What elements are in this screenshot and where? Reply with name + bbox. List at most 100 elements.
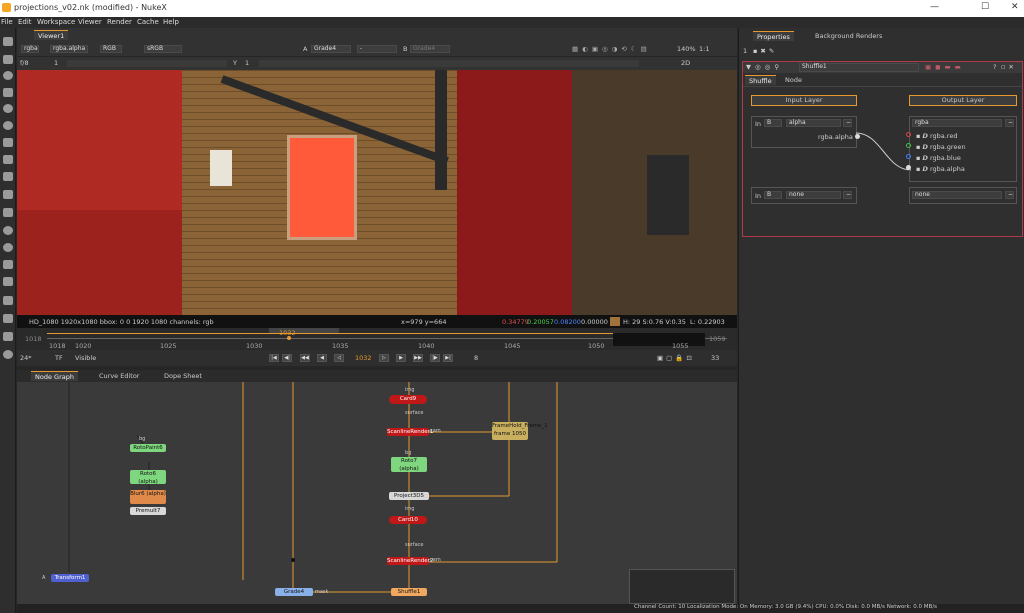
playhead[interactable] [287, 336, 291, 340]
panel-color-icons[interactable]: ▣◼▬▬ [925, 63, 965, 71]
close-button[interactable]: ✕ [1011, 2, 1019, 12]
frame-step[interactable]: f/8 [20, 59, 29, 67]
tab-viewer1[interactable]: Viewer1 [34, 30, 69, 40]
channel-tool-icon[interactable] [3, 88, 13, 97]
gain-slider[interactable] [67, 60, 227, 67]
deep-tool-icon[interactable] [3, 226, 13, 235]
play-backward-button[interactable]: ◁ [334, 354, 344, 362]
out2-layer-select[interactable]: none [912, 191, 1002, 199]
mode-2d[interactable]: 2D [681, 59, 690, 67]
subtab-shuffle[interactable]: Shuffle [745, 75, 776, 85]
out-blue-connector[interactable] [906, 154, 911, 159]
node-premult7[interactable]: Premult7 [130, 507, 166, 515]
node-project3d5[interactable]: Project3D5 [389, 492, 429, 500]
back-step-button[interactable]: ◀◀ [300, 354, 310, 362]
tf-select[interactable]: TF [55, 354, 63, 362]
node-graph-canvas[interactable]: Card9 img surface ScanlineRender1 cam Fr… [17, 382, 737, 604]
time-tool-icon[interactable] [3, 71, 13, 80]
menu-cache[interactable]: Cache [137, 18, 159, 26]
colorspace-select[interactable]: sRGB [144, 45, 182, 53]
ofx-tool-icon[interactable] [3, 332, 13, 341]
visible-select[interactable]: Visible [75, 354, 96, 362]
input-a-select[interactable]: Grade4 [311, 45, 351, 53]
prev-frame-button[interactable]: ◀ [317, 354, 327, 362]
properties-count[interactable]: 1 [743, 47, 747, 55]
node-shuffle1[interactable]: Shuffle1 [391, 588, 427, 596]
3d-tool-icon[interactable] [3, 190, 13, 199]
forward-step-button[interactable]: ▶▶ [413, 354, 423, 362]
tab-node-graph[interactable]: Node Graph [31, 371, 78, 381]
end-frame-field[interactable]: 33 [711, 354, 719, 362]
display-select[interactable]: RGB [100, 45, 122, 53]
node-roto7[interactable]: Roto7 (alpha) [391, 457, 427, 472]
menu-workspace[interactable]: Workspace [37, 18, 75, 26]
tab-properties[interactable]: Properties [753, 31, 794, 41]
next-frame-button[interactable]: ▶ [396, 354, 406, 362]
timeline[interactable]: 1018 1032 1018 1020 1025 1030 1035 1040 … [17, 328, 737, 350]
gamma-slider[interactable] [259, 60, 639, 67]
ratio-select[interactable]: 1:1 [699, 45, 709, 53]
properties-toolbar-icons[interactable]: ▪✖✎ [753, 47, 777, 55]
viewer-image[interactable] [17, 70, 737, 315]
other-tool-icon[interactable] [3, 296, 13, 305]
in2-minus-button[interactable]: − [843, 191, 852, 199]
panel-header-icons[interactable]: ▼◎◎⚲ [746, 63, 783, 71]
composite-select[interactable]: - [357, 45, 397, 53]
settings-tool-icon[interactable] [3, 350, 13, 359]
play-forward-button[interactable]: ▷ [379, 354, 389, 362]
node-grade4[interactable]: Grade4 [275, 588, 313, 596]
maximize-button[interactable]: ☐ [981, 2, 989, 12]
out2-minus-button[interactable]: − [1005, 191, 1014, 199]
menu-help[interactable]: Help [163, 18, 179, 26]
keyer-tool-icon[interactable] [3, 138, 13, 147]
out-red-connector[interactable] [906, 132, 911, 137]
filter-tool-icon[interactable] [3, 121, 13, 130]
merge-tool-icon[interactable] [3, 155, 13, 164]
menu-render[interactable]: Render [107, 18, 132, 26]
particles-tool-icon[interactable] [3, 208, 13, 217]
node-rotopaint6[interactable]: RotoPaint6 [130, 444, 166, 452]
next-key-button[interactable]: |▶ [430, 354, 440, 362]
step-field[interactable]: 8 [474, 354, 478, 362]
prev-key-button[interactable]: ◀| [282, 354, 292, 362]
first-frame-button[interactable]: |◀ [269, 354, 279, 362]
layer-select[interactable]: rgba [21, 45, 39, 53]
views-tool-icon[interactable] [3, 243, 13, 252]
input-b-select[interactable]: Grade4 [410, 45, 450, 53]
in1-layer-select[interactable]: alpha [786, 119, 841, 127]
image-tool-icon[interactable] [3, 37, 13, 46]
out-minus-button[interactable]: − [1005, 119, 1014, 127]
channel-select[interactable]: rgba.alpha [50, 45, 88, 53]
frame-field[interactable]: 1032 [355, 354, 372, 362]
node-framehold[interactable]: FrameHold_Frame_1 frame 1050 [492, 422, 548, 440]
node-blur6[interactable]: Blur6 (alpha) [130, 490, 166, 504]
node-roto6[interactable]: Roto6 (alpha) [130, 470, 166, 485]
tab-curve-editor[interactable]: Curve Editor [95, 371, 143, 381]
furnace-tool-icon[interactable] [3, 314, 13, 323]
help-button[interactable]: ? [993, 63, 996, 71]
in1-minus-button[interactable]: − [843, 119, 852, 127]
y-value[interactable]: 1 [245, 59, 249, 67]
panel-window-icons[interactable]: ▫✕ [1001, 63, 1017, 71]
node-scanlinerender1[interactable]: ScanlineRender1 [387, 428, 433, 436]
menu-viewer[interactable]: Viewer [78, 18, 102, 26]
in2-index[interactable]: B [764, 191, 782, 199]
node-card9[interactable]: Card9 [389, 395, 427, 404]
transform-tool-icon[interactable] [3, 172, 13, 181]
playback-mode-icons[interactable]: ▣▢🔒⊡ [657, 354, 695, 362]
toolsets-tool-icon[interactable] [3, 277, 13, 286]
metadata-tool-icon[interactable] [3, 260, 13, 269]
out-layer-select[interactable]: rgba [912, 119, 1002, 127]
node-transform[interactable]: Transform1 [51, 574, 89, 582]
out-green-connector[interactable] [906, 143, 911, 148]
fps-select[interactable]: 24* [20, 354, 32, 362]
in2-layer-select[interactable]: none [786, 191, 841, 199]
node-graph-minimap[interactable] [629, 569, 735, 604]
draw-tool-icon[interactable] [3, 55, 13, 64]
in1-index[interactable]: B [764, 119, 782, 127]
node-name-field[interactable]: Shuffle1 [799, 63, 919, 72]
menu-file[interactable]: File [1, 18, 13, 26]
zoom-select[interactable]: 140% [677, 45, 696, 53]
minimize-button[interactable]: — [930, 2, 939, 12]
tab-background-renders[interactable]: Background Renders [811, 31, 886, 41]
